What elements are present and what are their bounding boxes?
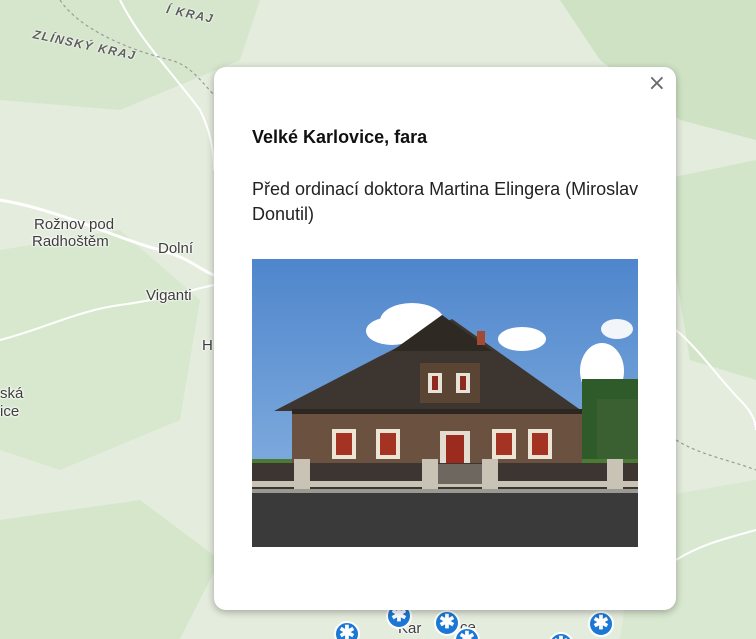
house-photo [252,259,638,547]
close-icon[interactable]: × [648,73,666,95]
place-label-ice: ice [0,403,20,420]
snowflake-marker-icon[interactable]: ✱ [588,611,614,637]
place-label-roznov-pod: Rožnov pod [34,216,115,233]
place-label-h: H [202,337,213,354]
info-popup: × Velké Karlovice, fara Před ordinací do… [214,67,676,610]
popup-description: Před ordinací doktora Martina Elingera (… [252,179,639,224]
popup-title: Velké Karlovice, fara [252,127,428,147]
place-label-ska: ská [0,385,24,402]
place-label-viganti: Viganti [146,287,192,304]
place-label-radhostem: Radhoštěm [32,233,109,250]
place-label-dolni: Dolní [158,240,194,257]
